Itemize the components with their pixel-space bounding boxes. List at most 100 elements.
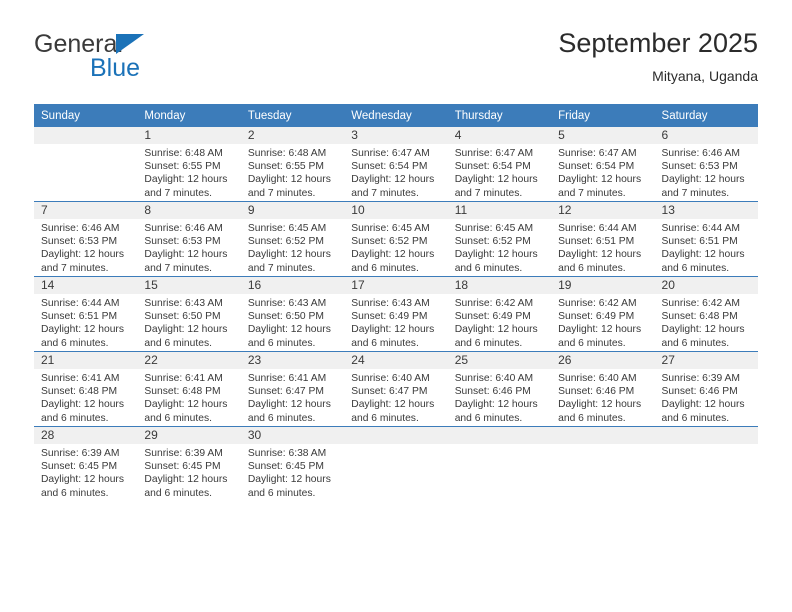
- day-number: [344, 427, 448, 444]
- sunset-text: Sunset: 6:54 PM: [351, 161, 428, 173]
- day-cell[interactable]: 20 Sunrise: 6:42 AM Sunset: 6:48 PM Dayl…: [654, 276, 758, 352]
- day-cell[interactable]: 1 Sunrise: 6:48 AM Sunset: 6:55 PM Dayli…: [137, 127, 241, 202]
- day-cell[interactable]: 21 Sunrise: 6:41 AM Sunset: 6:48 PM Dayl…: [34, 351, 138, 427]
- general-blue-logo[interactable]: General Blue: [34, 28, 234, 86]
- daylight-text-cont: and 6 minutes.: [558, 412, 626, 424]
- sunrise-text: Sunrise: 6:42 AM: [454, 298, 534, 309]
- day-cell[interactable]: [654, 426, 758, 501]
- logo-triangle-icon: [116, 34, 144, 54]
- sunset-text: Sunset: 6:54 PM: [454, 161, 531, 173]
- sunrise-text: Sunrise: 6:43 AM: [144, 298, 223, 309]
- day-cell[interactable]: 2 Sunrise: 6:48 AM Sunset: 6:55 PM Dayli…: [240, 127, 345, 202]
- sunset-text: Sunset: 6:51 PM: [558, 236, 635, 248]
- day-cell[interactable]: 14 Sunrise: 6:44 AM Sunset: 6:51 PM Dayl…: [34, 276, 138, 352]
- day-cell[interactable]: 28 Sunrise: 6:39 AM Sunset: 6:45 PM Dayl…: [34, 426, 138, 501]
- daylight-text-cont: and 6 minutes.: [558, 337, 626, 349]
- day-details: Sunrise: 6:39 AM Sunset: 6:45 PM Dayligh…: [137, 444, 240, 500]
- day-cell[interactable]: 15 Sunrise: 6:43 AM Sunset: 6:50 PM Dayl…: [137, 276, 241, 352]
- day-cell[interactable]: 25 Sunrise: 6:40 AM Sunset: 6:46 PM Dayl…: [447, 351, 552, 427]
- sunrise-text: Sunrise: 6:38 AM: [247, 448, 327, 459]
- day-details: [448, 444, 551, 447]
- day-number: 11: [447, 202, 552, 219]
- day-cell[interactable]: 8 Sunrise: 6:46 AM Sunset: 6:53 PM Dayli…: [137, 201, 241, 277]
- day-cell[interactable]: 6 Sunrise: 6:46 AM Sunset: 6:53 PM Dayli…: [654, 127, 758, 202]
- day-cell[interactable]: 17 Sunrise: 6:43 AM Sunset: 6:49 PM Dayl…: [344, 276, 448, 352]
- sunrise-text: Sunrise: 6:45 AM: [247, 223, 327, 234]
- day-number: 21: [34, 352, 138, 369]
- sunrise-text: Sunrise: 6:47 AM: [454, 148, 534, 159]
- day-cell[interactable]: 5 Sunrise: 6:47 AM Sunset: 6:54 PM Dayli…: [551, 127, 655, 202]
- day-cell[interactable]: 13 Sunrise: 6:44 AM Sunset: 6:51 PM Dayl…: [654, 201, 758, 277]
- day-cell[interactable]: [447, 426, 552, 501]
- calendar-page: General Blue September 2025 Mityana, Uga…: [0, 0, 792, 612]
- weekday-header-thursday: Thursday: [447, 104, 552, 127]
- day-details: Sunrise: 6:44 AM Sunset: 6:51 PM Dayligh…: [34, 294, 137, 350]
- day-details: Sunrise: 6:39 AM Sunset: 6:45 PM Dayligh…: [34, 444, 137, 500]
- daylight-text-cont: and 7 minutes.: [144, 187, 212, 199]
- sunset-text: Sunset: 6:45 PM: [144, 461, 221, 473]
- day-number: 30: [240, 427, 345, 444]
- daylight-text-cont: and 6 minutes.: [41, 337, 109, 349]
- daylight-text: Daylight: 12 hours: [351, 249, 435, 261]
- sunrise-text: Sunrise: 6:44 AM: [558, 223, 637, 234]
- calendar-week-row: 1 Sunrise: 6:48 AM Sunset: 6:55 PM Dayli…: [34, 127, 758, 202]
- day-cell[interactable]: [551, 426, 655, 501]
- sunset-text: Sunset: 6:46 PM: [454, 386, 531, 398]
- sunrise-text: Sunrise: 6:42 AM: [661, 298, 740, 309]
- day-cell[interactable]: 4 Sunrise: 6:47 AM Sunset: 6:54 PM Dayli…: [447, 127, 552, 202]
- daylight-text: Daylight: 12 hours: [351, 174, 435, 186]
- day-cell[interactable]: 24 Sunrise: 6:40 AM Sunset: 6:47 PM Dayl…: [344, 351, 448, 427]
- day-cell[interactable]: 23 Sunrise: 6:41 AM Sunset: 6:47 PM Dayl…: [240, 351, 345, 427]
- day-cell[interactable]: 29 Sunrise: 6:39 AM Sunset: 6:45 PM Dayl…: [137, 426, 241, 501]
- daylight-text-cont: and 6 minutes.: [351, 262, 419, 274]
- day-number: 7: [34, 202, 138, 219]
- daylight-text-cont: and 6 minutes.: [144, 337, 212, 349]
- day-number: 15: [137, 277, 241, 294]
- day-number: 12: [551, 202, 655, 219]
- day-number: 4: [447, 127, 552, 144]
- day-cell[interactable]: 16 Sunrise: 6:43 AM Sunset: 6:50 PM Dayl…: [240, 276, 345, 352]
- day-cell[interactable]: 27 Sunrise: 6:39 AM Sunset: 6:46 PM Dayl…: [654, 351, 758, 427]
- day-details: Sunrise: 6:38 AM Sunset: 6:45 PM Dayligh…: [241, 444, 344, 500]
- day-details: Sunrise: 6:41 AM Sunset: 6:48 PM Dayligh…: [34, 369, 137, 425]
- day-cell[interactable]: 18 Sunrise: 6:42 AM Sunset: 6:49 PM Dayl…: [447, 276, 552, 352]
- day-number: 19: [551, 277, 655, 294]
- logo-text-blue: Blue: [90, 54, 141, 82]
- sunrise-text: Sunrise: 6:39 AM: [144, 448, 223, 459]
- sunset-text: Sunset: 6:45 PM: [247, 461, 324, 473]
- day-details: Sunrise: 6:47 AM Sunset: 6:54 PM Dayligh…: [344, 144, 447, 200]
- daylight-text-cont: and 6 minutes.: [144, 487, 212, 499]
- day-details: Sunrise: 6:43 AM Sunset: 6:49 PM Dayligh…: [344, 294, 447, 350]
- title-block: September 2025 Mityana, Uganda: [558, 28, 758, 84]
- daylight-text: Daylight: 12 hours: [144, 399, 228, 411]
- day-cell[interactable]: 9 Sunrise: 6:45 AM Sunset: 6:52 PM Dayli…: [240, 201, 345, 277]
- day-number: 14: [34, 277, 138, 294]
- daylight-text-cont: and 6 minutes.: [247, 487, 316, 499]
- daylight-text: Daylight: 12 hours: [454, 399, 538, 411]
- day-cell[interactable]: 11 Sunrise: 6:45 AM Sunset: 6:52 PM Dayl…: [447, 201, 552, 277]
- day-details: Sunrise: 6:48 AM Sunset: 6:55 PM Dayligh…: [137, 144, 240, 200]
- day-cell[interactable]: 7 Sunrise: 6:46 AM Sunset: 6:53 PM Dayli…: [34, 201, 138, 277]
- sunset-text: Sunset: 6:49 PM: [558, 311, 635, 323]
- day-cell[interactable]: [344, 426, 448, 501]
- sunset-text: Sunset: 6:53 PM: [41, 236, 118, 248]
- day-cell[interactable]: 22 Sunrise: 6:41 AM Sunset: 6:48 PM Dayl…: [137, 351, 241, 427]
- weekday-header-wednesday: Wednesday: [344, 104, 448, 127]
- day-cell[interactable]: 3 Sunrise: 6:47 AM Sunset: 6:54 PM Dayli…: [344, 127, 448, 202]
- day-number: 23: [240, 352, 345, 369]
- daylight-text-cont: and 6 minutes.: [351, 337, 419, 349]
- day-cell[interactable]: [34, 127, 138, 202]
- sunset-text: Sunset: 6:50 PM: [144, 311, 221, 323]
- day-cell[interactable]: 10 Sunrise: 6:45 AM Sunset: 6:52 PM Dayl…: [344, 201, 448, 277]
- daylight-text: Daylight: 12 hours: [144, 174, 228, 186]
- day-cell[interactable]: 26 Sunrise: 6:40 AM Sunset: 6:46 PM Dayl…: [551, 351, 655, 427]
- day-cell[interactable]: 12 Sunrise: 6:44 AM Sunset: 6:51 PM Dayl…: [551, 201, 655, 277]
- daylight-text-cont: and 6 minutes.: [454, 337, 523, 349]
- daylight-text-cont: and 6 minutes.: [558, 262, 626, 274]
- day-number: 10: [344, 202, 448, 219]
- day-number: 27: [654, 352, 758, 369]
- day-cell[interactable]: 19 Sunrise: 6:42 AM Sunset: 6:49 PM Dayl…: [551, 276, 655, 352]
- sunset-text: Sunset: 6:51 PM: [661, 236, 738, 248]
- daylight-text: Daylight: 12 hours: [661, 324, 745, 336]
- day-cell[interactable]: 30 Sunrise: 6:38 AM Sunset: 6:45 PM Dayl…: [240, 426, 345, 501]
